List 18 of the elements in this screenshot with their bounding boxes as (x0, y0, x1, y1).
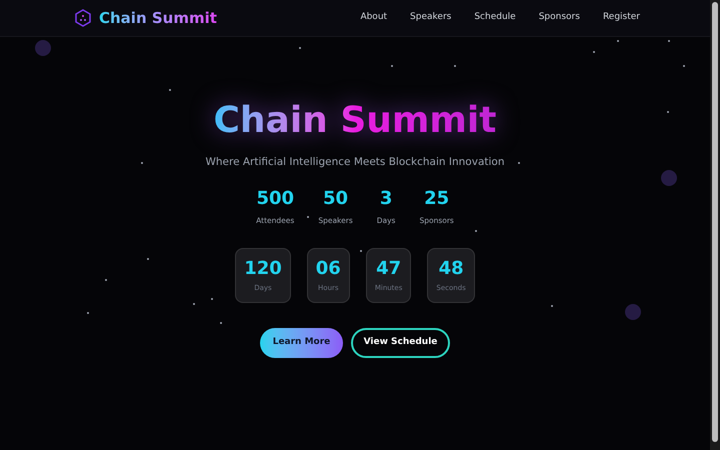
nav-link[interactable]: Register (602, 11, 640, 25)
nav-link[interactable]: Schedule (474, 11, 516, 25)
countdown-value: 06 (316, 258, 341, 280)
stat-value: 50 (323, 188, 348, 210)
countdown-value: 47 (376, 258, 402, 280)
scrollbar-thumb[interactable] (712, 2, 718, 442)
hexagon-logo-icon[interactable] (75, 9, 91, 27)
nav-link[interactable]: Speakers (410, 11, 452, 25)
learn-more-button[interactable]: Learn More (260, 328, 343, 358)
countdown-value: 48 (438, 258, 464, 280)
stat-value: 500 (256, 188, 294, 210)
stat-value: 25 (424, 188, 450, 210)
hero-subtitle: Where Artificial Intelligence Meets Blockchain Innovation (205, 155, 504, 170)
schedule-button[interactable]: View Schedule (351, 328, 450, 358)
nav-link[interactable]: Sponsors (538, 11, 580, 25)
stat-value: 3 (380, 188, 392, 210)
nav-link[interactable]: About (360, 11, 388, 25)
countdown-value: 120 (244, 258, 282, 280)
